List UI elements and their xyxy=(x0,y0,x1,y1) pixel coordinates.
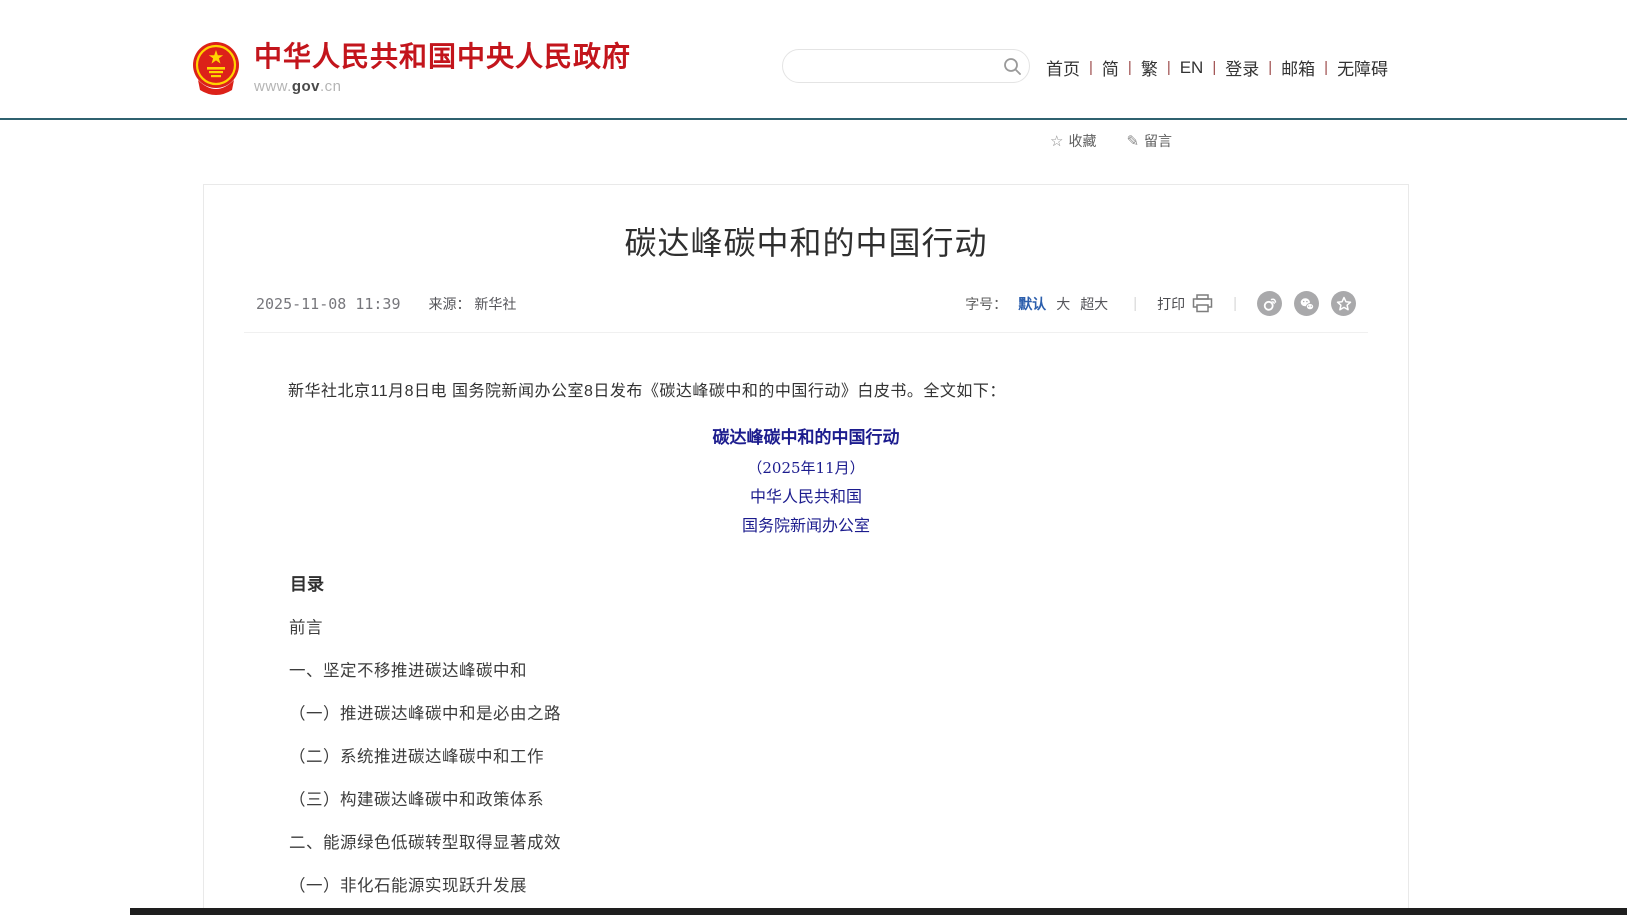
below-fold-dark-strip xyxy=(130,908,1627,915)
meta-divider: | xyxy=(1133,295,1137,312)
meta-left: 2025-11-08 11:39 来源： 新华社 xyxy=(256,294,516,314)
toc-item-1-1: （一）推进碳达峰碳中和是必由之路 xyxy=(256,704,1356,724)
publish-date: 2025-11-08 11:39 xyxy=(256,295,401,313)
document-title: 碳达峰碳中和的中国行动 xyxy=(256,427,1356,449)
nav-separator: | xyxy=(1268,59,1272,76)
brand-block: 中华人民共和国中央人民政府 www.gov.cn xyxy=(254,40,631,95)
nav-accessibility[interactable]: 无障碍 xyxy=(1337,55,1388,80)
toc-item-2: 二、能源绿色低碳转型取得显著成效 xyxy=(256,833,1356,853)
toc-heading: 目录 xyxy=(256,570,1356,595)
nav-home[interactable]: 首页 xyxy=(1046,55,1080,80)
article-container: 碳达峰碳中和的中国行动 2025-11-08 11:39 来源： 新华社 字号：… xyxy=(203,184,1409,915)
nav-separator: | xyxy=(1167,59,1171,76)
page: 中华人民共和国中央人民政府 www.gov.cn 首页 | 简 | 繁 | EN… xyxy=(0,0,1627,915)
wechat-share-icon[interactable] xyxy=(1294,291,1319,316)
star-icon: ☆ xyxy=(1050,132,1063,150)
nav-login[interactable]: 登录 xyxy=(1225,55,1259,80)
pencil-icon: ✎ xyxy=(1126,132,1139,150)
nav-separator: | xyxy=(1089,59,1093,76)
toc-item-2-1: （一）非化石能源实现跃升发展 xyxy=(256,876,1356,896)
toc-item-1-3: （三）构建碳达峰碳中和政策体系 xyxy=(256,790,1356,810)
source: 来源： 新华社 xyxy=(429,294,517,314)
document-author-line1: 中华人民共和国 xyxy=(256,487,1356,507)
article-meta-row: 2025-11-08 11:39 来源： 新华社 字号： 默认 大 超大 | 打… xyxy=(244,291,1368,333)
source-value[interactable]: 新华社 xyxy=(474,296,516,312)
meta-divider: | xyxy=(1233,295,1237,312)
source-label: 来源： xyxy=(429,296,471,312)
article-title: 碳达峰碳中和的中国行动 xyxy=(204,221,1408,265)
nav-separator: | xyxy=(1324,59,1328,76)
nav-separator: | xyxy=(1128,59,1132,76)
site-logo[interactable]: 中华人民共和国中央人民政府 www.gov.cn xyxy=(192,40,631,95)
font-size-label: 字号： xyxy=(965,294,1007,314)
nav-separator: | xyxy=(1212,59,1216,76)
site-url-prefix: www. xyxy=(254,78,292,95)
site-url: www.gov.cn xyxy=(254,78,631,95)
header-divider-rule xyxy=(0,118,1627,120)
document-author-line2: 国务院新闻办公室 xyxy=(256,516,1356,536)
printer-icon xyxy=(1192,294,1213,313)
search-input[interactable] xyxy=(799,51,995,81)
national-emblem-icon xyxy=(192,40,240,95)
nav-mail[interactable]: 邮箱 xyxy=(1281,55,1315,80)
weibo-share-icon[interactable] xyxy=(1257,291,1282,316)
lead-paragraph: 新华社北京11月8日电 国务院新闻办公室8日发布《碳达峰碳中和的中国行动》白皮书… xyxy=(256,381,1356,403)
document-heading-block: 碳达峰碳中和的中国行动 （2025年11月） 中华人民共和国 国务院新闻办公室 xyxy=(256,427,1356,536)
font-size-default[interactable]: 默认 xyxy=(1018,294,1046,314)
top-nav: 首页 | 简 | 繁 | EN | 登录 | 邮箱 | 无障碍 xyxy=(1046,55,1388,80)
action-row: ☆ 收藏 ✎ 留言 xyxy=(1050,131,1172,151)
font-size-xlarge[interactable]: 超大 xyxy=(1080,294,1108,314)
print-label: 打印 xyxy=(1157,294,1185,314)
print-button[interactable]: 打印 xyxy=(1157,294,1213,314)
site-header: 中华人民共和国中央人民政府 www.gov.cn 首页 | 简 | 繁 | EN… xyxy=(0,0,1627,118)
site-title: 中华人民共和国中央人民政府 xyxy=(254,40,631,74)
font-size-large[interactable]: 大 xyxy=(1056,294,1070,314)
comment-button[interactable]: ✎ 留言 xyxy=(1126,131,1172,151)
nav-traditional[interactable]: 繁 xyxy=(1141,55,1158,80)
comment-label: 留言 xyxy=(1144,131,1172,151)
share-icons xyxy=(1257,291,1356,316)
article-body: 新华社北京11月8日电 国务院新闻办公室8日发布《碳达峰碳中和的中国行动》白皮书… xyxy=(204,381,1408,896)
toc-item-1-2: （二）系统推进碳达峰碳中和工作 xyxy=(256,747,1356,767)
toc-item-1: 一、坚定不移推进碳达峰碳中和 xyxy=(256,661,1356,681)
toc-item-preface: 前言 xyxy=(256,618,1356,638)
favorite-button[interactable]: ☆ 收藏 xyxy=(1050,131,1096,151)
qzone-share-icon[interactable] xyxy=(1331,291,1356,316)
site-url-suffix: .cn xyxy=(320,78,342,95)
site-url-gov: gov xyxy=(292,78,320,95)
nav-english[interactable]: EN xyxy=(1180,58,1204,78)
meta-right: 字号： 默认 大 超大 | 打印 | xyxy=(965,291,1356,316)
favorite-label: 收藏 xyxy=(1068,131,1096,151)
nav-simplified[interactable]: 简 xyxy=(1102,55,1119,80)
document-date: （2025年11月） xyxy=(256,458,1356,478)
search-icon[interactable] xyxy=(995,49,1029,83)
search-box xyxy=(782,49,1030,83)
